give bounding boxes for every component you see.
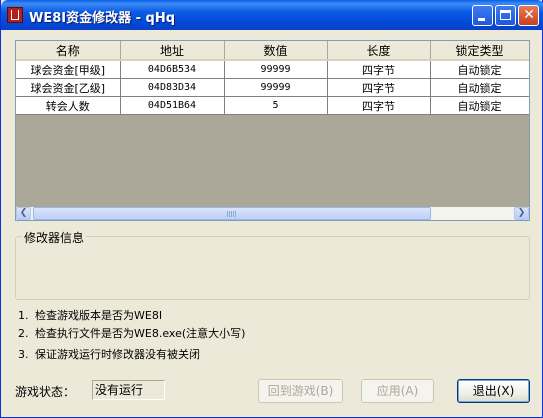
- column-header-address[interactable]: 地址: [120, 41, 225, 61]
- table-row[interactable]: 球会资金[甲级] 04D6B534 99999 四字节 自动锁定: [16, 60, 529, 79]
- column-header-value[interactable]: 数值: [224, 41, 328, 61]
- cell-address: 04D6B534: [120, 60, 225, 79]
- cell-length: 四字节: [327, 78, 431, 97]
- game-status-label: 游戏状态：: [15, 385, 76, 399]
- note-text: 检查执行文件是否为WE8.exe(注意大小写): [35, 327, 246, 340]
- cell-length: 四字节: [327, 96, 431, 115]
- game-status-value: 没有运行: [92, 380, 165, 400]
- cheat-table: 名称 地址 数值 长度 锁定类型 球会资金[甲级] 04D6B534 99999…: [16, 41, 529, 115]
- scroll-right-button[interactable]: ❯: [514, 207, 529, 220]
- note-item: 3. 保证游戏运行时修改器没有被关闭: [18, 346, 200, 362]
- title-bar[interactable]: WE8I资金修改器 - qHq ✕: [1, 0, 543, 30]
- grip-icon: [227, 211, 237, 217]
- cheat-list[interactable]: 名称 地址 数值 长度 锁定类型 球会资金[甲级] 04D6B534 99999…: [15, 40, 530, 221]
- close-icon: ✕: [523, 7, 535, 23]
- close-button[interactable]: ✕: [518, 5, 539, 26]
- cell-name: 球会资金[乙级]: [16, 78, 121, 97]
- minimize-icon: [478, 18, 485, 21]
- note-item: 2. 检查执行文件是否为WE8.exe(注意大小写): [18, 325, 245, 341]
- apply-button[interactable]: 应用(A): [361, 379, 434, 403]
- note-text: 保证游戏运行时修改器没有被关闭: [35, 348, 200, 361]
- table-row[interactable]: 转会人数 04D51B64 5 四字节 自动锁定: [16, 96, 529, 115]
- main-window: WE8I资金修改器 - qHq ✕ 名称 地址 数值 长度 锁定类型 球会资金[…: [0, 0, 543, 418]
- note-number: 2.: [18, 327, 29, 340]
- note-text: 检查游戏版本是否为WE8I: [35, 309, 163, 322]
- info-group-label: 修改器信息: [22, 229, 87, 246]
- chevron-right-icon: ❯: [517, 208, 526, 218]
- note-item: 1. 检查游戏版本是否为WE8I: [18, 307, 162, 323]
- scroll-left-button[interactable]: ❮: [16, 207, 31, 220]
- window-title: WE8I资金修改器 - qHq: [29, 11, 176, 26]
- cell-address: 04D83D34: [120, 78, 225, 97]
- maximize-icon: [500, 10, 511, 20]
- column-header-name[interactable]: 名称: [16, 41, 121, 61]
- minimize-button[interactable]: [472, 5, 493, 26]
- info-groupbox: [15, 236, 530, 300]
- cell-length: 四字节: [327, 60, 431, 79]
- cell-name: 转会人数: [16, 96, 121, 115]
- cell-lock-type: 自动锁定: [430, 78, 529, 97]
- column-header-length[interactable]: 长度: [327, 41, 431, 61]
- cell-value: 99999: [224, 78, 328, 97]
- app-icon[interactable]: [7, 7, 23, 23]
- back-to-game-button[interactable]: 回到游戏(B): [258, 379, 343, 403]
- maximize-button[interactable]: [495, 5, 516, 26]
- exit-button[interactable]: 退出(X): [457, 379, 530, 403]
- header-row: 名称 地址 数值 长度 锁定类型: [16, 41, 529, 61]
- cell-lock-type: 自动锁定: [430, 60, 529, 79]
- note-number: 3.: [18, 348, 29, 361]
- cell-address: 04D51B64: [120, 96, 225, 115]
- chevron-left-icon: ❮: [19, 208, 28, 218]
- note-number: 1.: [18, 309, 29, 322]
- cell-name: 球会资金[甲级]: [16, 60, 121, 79]
- cell-value: 99999: [224, 60, 328, 79]
- table-row[interactable]: 球会资金[乙级] 04D83D34 99999 四字节 自动锁定: [16, 78, 529, 97]
- list-empty-area: [16, 114, 529, 207]
- column-header-lock-type[interactable]: 锁定类型: [430, 41, 529, 61]
- cell-value: 5: [224, 96, 328, 115]
- scrollbar-thumb[interactable]: [33, 207, 431, 220]
- cell-lock-type: 自动锁定: [430, 96, 529, 115]
- horizontal-scrollbar[interactable]: ❮ ❯: [16, 207, 529, 220]
